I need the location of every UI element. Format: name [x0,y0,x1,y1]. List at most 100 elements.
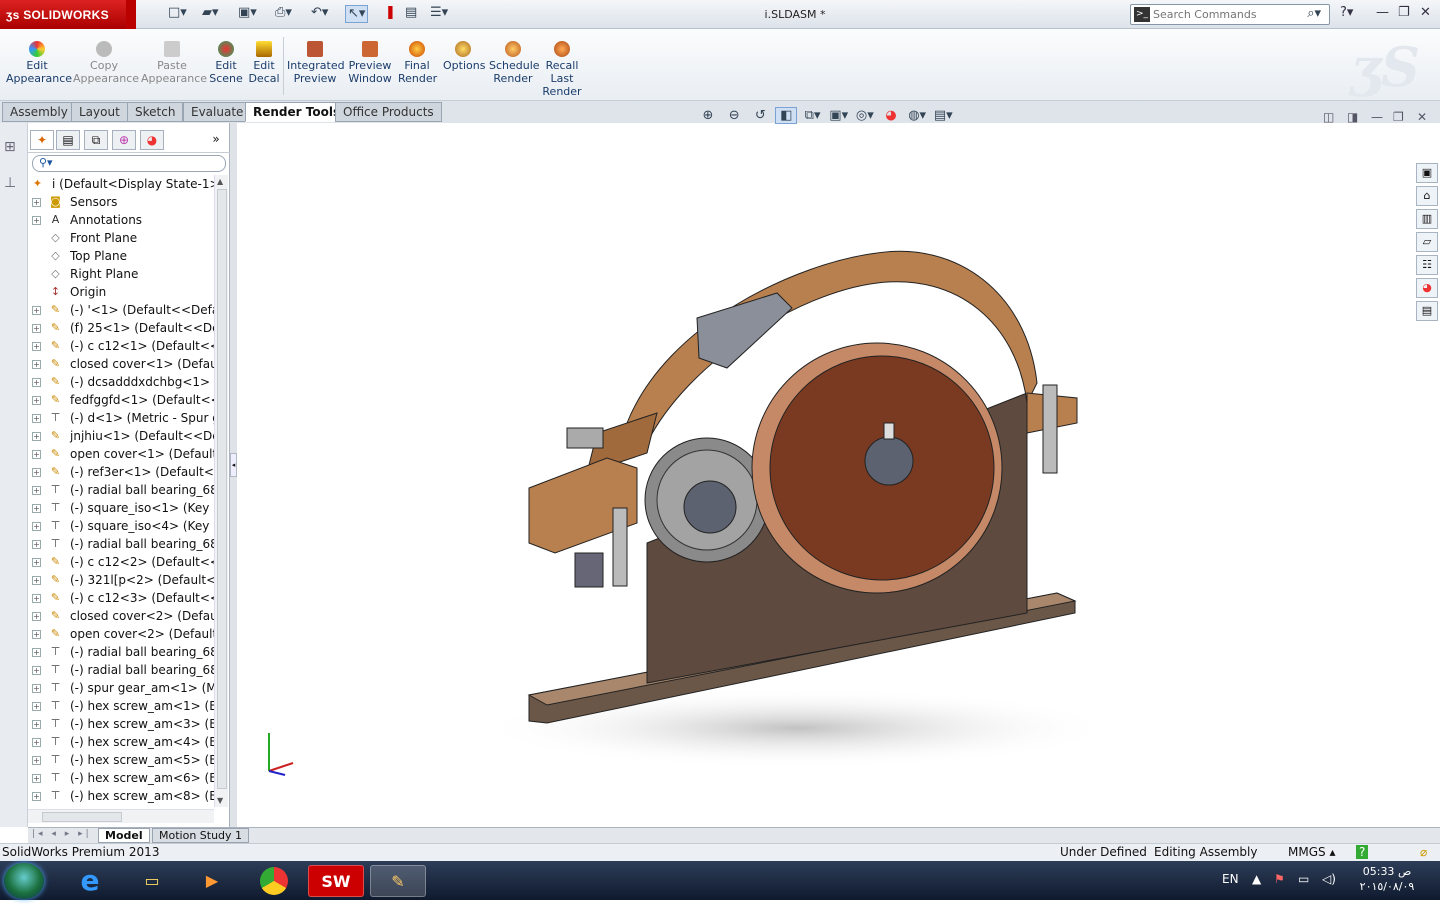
view-settings-icon[interactable]: ▤▾ [932,108,954,123]
tree-root[interactable]: ✦ i (Default<Display State-1>) [28,175,214,193]
internet-explorer-icon[interactable]: e [62,865,118,897]
units-selector[interactable]: MMGS ▴ [1288,844,1335,861]
expand-icon[interactable]: + [32,396,41,405]
undo-icon[interactable]: ↶▾ [311,5,328,23]
close-icon[interactable]: ✕ [1420,5,1431,20]
tree-item[interactable]: ◇ Right Plane [28,265,214,283]
restore-icon[interactable]: ❐ [1398,5,1410,20]
tree-item[interactable]: + ⊤ (-) square_iso<1> (Key ISO [28,499,214,517]
expand-icon[interactable]: + [32,630,41,639]
feature-manager-tab-icon[interactable]: ✦ [30,130,54,150]
expand-icon[interactable]: + [32,612,41,621]
file-explorer-icon[interactable]: ▭ [124,865,180,897]
scroll-thumb[interactable] [217,189,227,789]
tree-item[interactable]: + ⊤ (-) hex screw_am<5> (B18.6 [28,751,214,769]
expand-icon[interactable]: + [32,648,41,657]
tree-item[interactable]: + ⊤ (-) radial ball bearing_68_ar [28,481,214,499]
print-icon[interactable]: ⎙▾ [275,5,292,23]
recall-last-render-button[interactable]: Recall Last Render [541,41,583,98]
language-indicator[interactable]: EN [1222,872,1239,886]
tree-item[interactable]: ↕ Origin [28,283,214,301]
search-input[interactable] [1153,7,1303,22]
tab-layout[interactable]: Layout [71,102,128,122]
expand-icon[interactable]: + [32,504,41,513]
viewport-link-icon[interactable]: ◨ [1347,110,1358,124]
tree-item[interactable]: ◇ Top Plane [28,247,214,265]
viewport-split-icon[interactable]: ◫ [1323,110,1334,124]
integrated-preview-button[interactable]: Integrated Preview [287,41,345,85]
zoom-to-fit-icon[interactable]: ⊕ [697,108,719,123]
chrome-icon[interactable] [246,865,302,897]
display-manager-tab-icon[interactable]: ◕ [140,130,164,150]
tab-motion-study-1[interactable]: Motion Study 1 [152,828,250,843]
expand-icon[interactable]: + [32,216,41,225]
options-button[interactable]: Options [443,41,485,72]
expand-icon[interactable]: + [32,774,41,783]
scroll-thumb-horizontal[interactable] [42,812,122,822]
tree-item[interactable]: + ✎ (-) c c12<1> (Default<<Def [28,337,214,355]
rebuild-status-icon[interactable]: ⌀ [1420,844,1427,861]
tree-item[interactable]: + ⊤ (-) hex screw_am<3> (B18.6 [28,715,214,733]
save-icon[interactable]: ▣▾ [238,5,257,23]
panel-splitter[interactable]: ◂ [230,123,237,827]
tab-assembly[interactable]: Assembly [2,102,76,122]
expand-icon[interactable]: + [32,468,41,477]
viewport-minimize-icon[interactable]: — [1371,110,1383,124]
property-manager-tab-icon[interactable]: ▤ [56,130,80,150]
tree-item[interactable]: + ⊤ (-) radial ball bearing_68_ar [28,643,214,661]
tab-office-products[interactable]: Office Products [335,102,442,122]
tree-item[interactable]: ◇ Front Plane [28,229,214,247]
graphics-area[interactable]: ⊕ ⊖ ↺ ◧ ⧉▾ ▣▾ ◎▾ ◕ ◍▾ ▤▾ ◫ ◨ — ❐ ✕ ▣ ⌂ ▥… [237,107,1440,827]
tree-item[interactable]: + ✎ jnjhiu<1> (Default<<Defau [28,427,214,445]
tree-item[interactable]: + ⊤ (-) hex screw_am<1> (B18.6 [28,697,214,715]
tree-item[interactable]: + ⊤ (-) spur gear_am<1> (Metr [28,679,214,697]
edit-appearance-icon[interactable]: ◕ [880,108,902,123]
clock[interactable]: 05:33 ص ٢٠١٥/٠٨/٠٩ [1354,864,1420,894]
apply-scene-icon[interactable]: ◍▾ [906,108,928,123]
tree-vertical-scrollbar[interactable]: ▲ ▼ [214,175,228,807]
section-view-icon[interactable]: ◧ [775,107,798,124]
tree-item[interactable]: + ⊤ (-) square_iso<4> (Key ISO [28,517,214,535]
solidworks-taskbar-icon[interactable]: SW [308,865,364,897]
expand-icon[interactable]: + [32,522,41,531]
collapse-panel-icon[interactable]: ◂ [230,453,237,477]
expand-icon[interactable]: + [32,792,41,801]
tab-evaluate[interactable]: Evaluate [183,102,252,122]
tree-item[interactable]: + ✎ (-) 321l[p<2> (Default<<De [28,571,214,589]
media-player-icon[interactable]: ▶ [184,865,240,897]
expand-icon[interactable]: + [32,738,41,747]
final-render-button[interactable]: Final Render [398,41,437,85]
expand-icon[interactable]: + [32,720,41,729]
volume-icon[interactable]: ◁) [1322,872,1336,886]
paint-icon[interactable]: ✎ [370,865,426,897]
new-document-icon[interactable]: □▾ [168,5,187,23]
options-icon[interactable]: ☰▾ [430,5,448,23]
tree-item[interactable]: + ⊤ (-) d<1> (Metric - Spur gea [28,409,214,427]
tree-item[interactable]: + ✎ open cover<1> (Default<< [28,445,214,463]
expand-icon[interactable]: + [32,666,41,675]
scroll-down-icon[interactable]: ▼ [217,796,223,805]
edit-appearance-button[interactable]: Edit Appearance [6,41,72,85]
tree-item[interactable]: + A Annotations [28,211,214,229]
file-properties-icon[interactable]: ▤ [405,5,417,23]
tree-filter[interactable]: ⚲▾ [32,155,226,172]
configuration-manager-tab-icon[interactable]: ⧉ [84,130,108,150]
tab-navigation-arrows-icon[interactable]: |◂ ◂ ▸ ▸| [32,829,92,839]
action-center-icon[interactable]: ⚑ [1274,872,1285,886]
expand-icon[interactable]: + [32,342,41,351]
gearbox-model[interactable] [237,123,1440,827]
tree-item[interactable]: + ◙ Sensors [28,193,214,211]
dimxpert-tab-icon[interactable]: ⊕ [112,130,136,150]
expand-icon[interactable]: + [32,306,41,315]
preview-window-button[interactable]: Preview Window [348,41,392,85]
expand-icon[interactable]: + [32,576,41,585]
show-hidden-icons-icon[interactable]: ▲ [1252,872,1261,886]
tree-item[interactable]: + ✎ closed cover<2> (Default< [28,607,214,625]
display-style-icon[interactable]: ▣▾ [828,108,850,123]
tab-render-tools[interactable]: Render Tools [245,102,349,122]
expand-panel-icon[interactable]: » [204,130,228,150]
tab-model[interactable]: Model [98,828,150,843]
tree-item[interactable]: + ✎ (-) c c12<2> (Default<<Def [28,553,214,571]
tree-item[interactable]: + ✎ (f) 25<1> (Default<<Defau [28,319,214,337]
expand-icon[interactable]: + [32,432,41,441]
